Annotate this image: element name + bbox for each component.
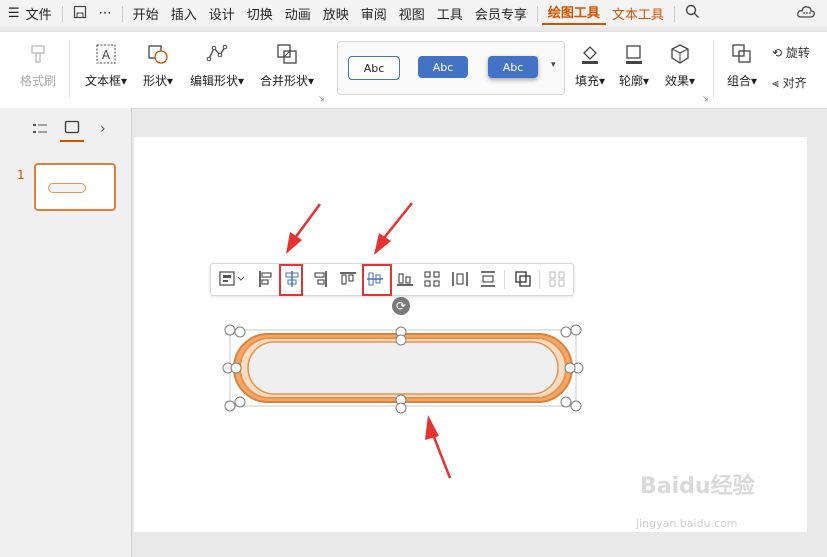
baidu-watermark-url: jingyan.baidu.com: [636, 517, 738, 530]
baidu-watermark: Baidu经验: [640, 474, 755, 499]
